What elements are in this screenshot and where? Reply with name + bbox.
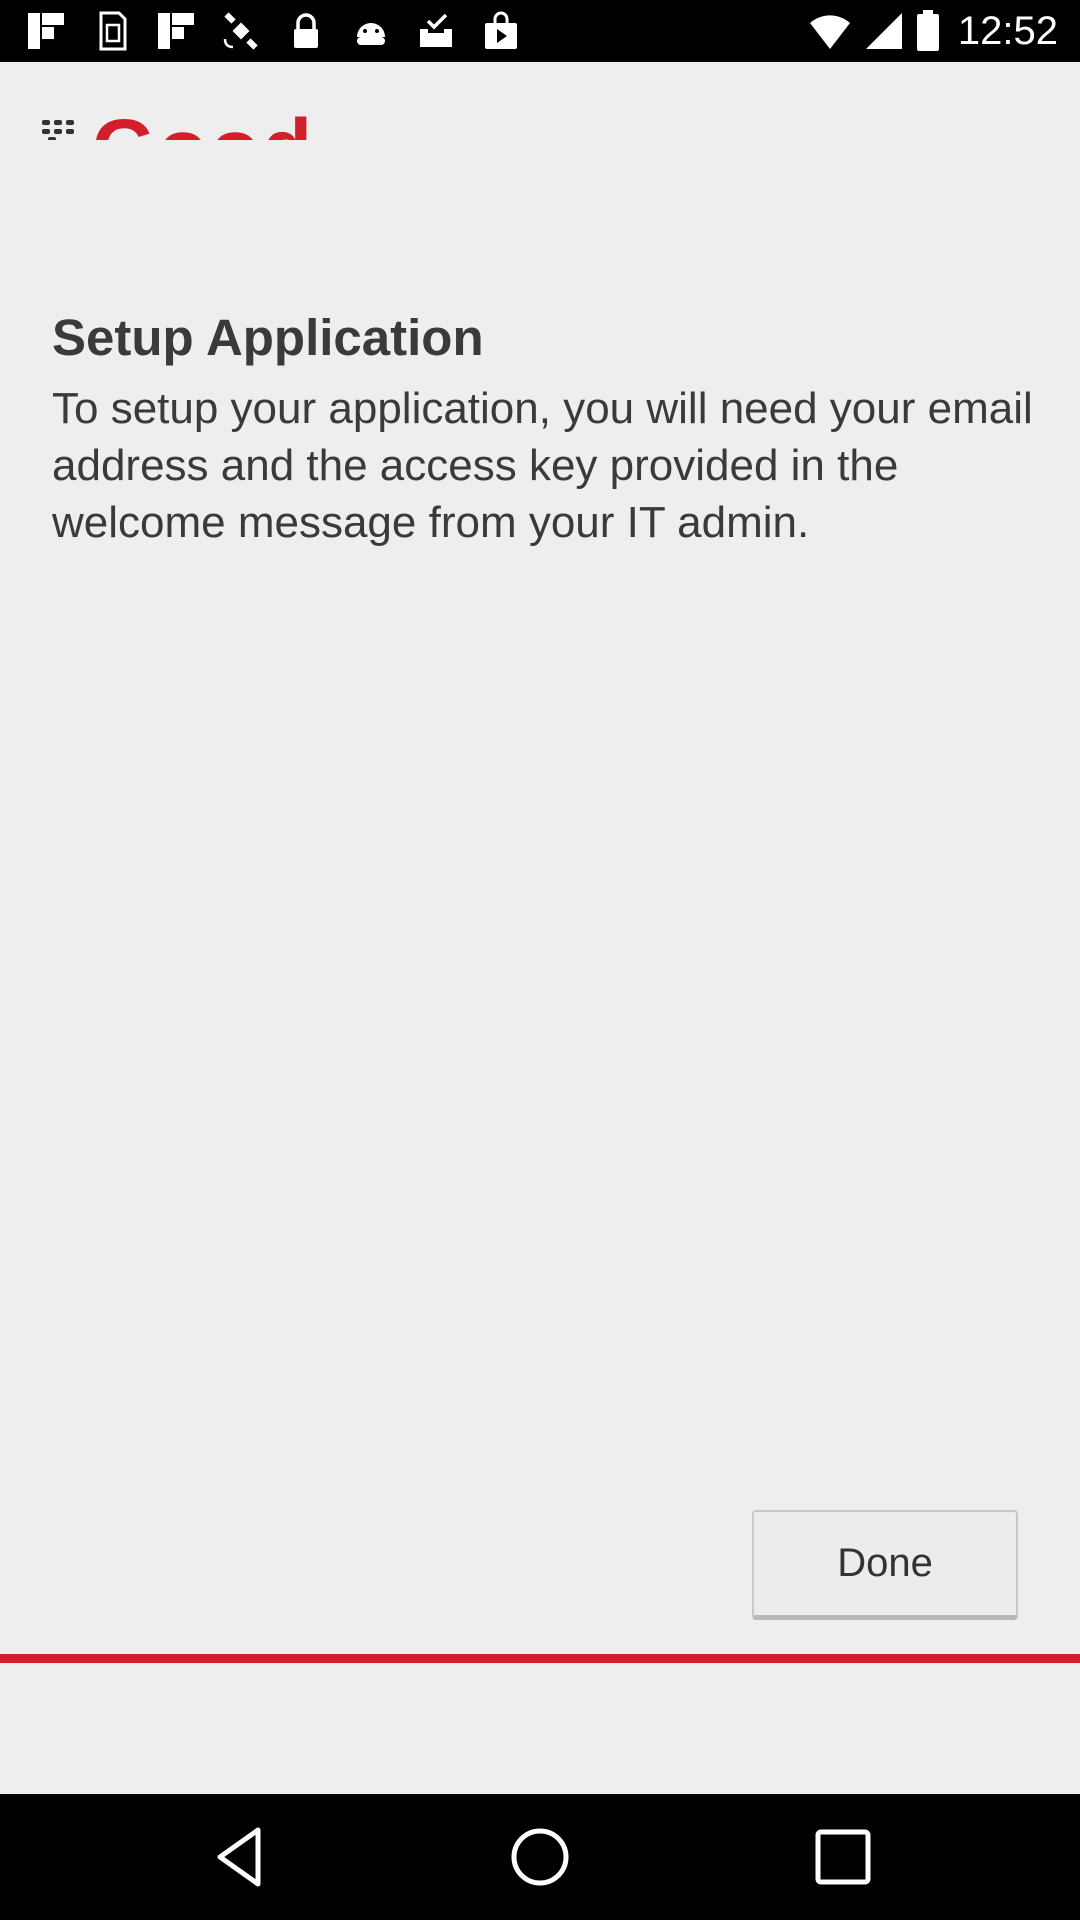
system-icons: 12:52 <box>808 0 1058 62</box>
blackberry-logo-icon <box>42 120 74 140</box>
wifi-icon <box>809 15 850 49</box>
brand-divider <box>0 1654 1080 1663</box>
back-icon[interactable] <box>206 1822 276 1892</box>
signal-icon <box>865 13 902 49</box>
status-bar: 12:52 <box>0 0 1080 62</box>
logo-text: Good <box>92 110 314 140</box>
brand-logo: Good <box>40 110 314 140</box>
status-time: 12:52 <box>957 8 1058 53</box>
setup-instructions: To setup your application, you will need… <box>52 384 1033 547</box>
download-done-icon <box>420 13 452 47</box>
flipboard-icon <box>158 13 194 49</box>
done-button[interactable]: Done <box>752 1510 1018 1620</box>
setup-screen: Good Setup Application To setup your app… <box>0 62 1080 1794</box>
android-icon <box>357 23 385 45</box>
lock-icon <box>294 13 318 48</box>
fake-gps-satellite-icon <box>223 12 258 50</box>
battery-icon <box>916 10 939 51</box>
shopping-bag-icon <box>485 11 517 49</box>
sim-card-icon <box>99 11 127 51</box>
home-icon[interactable] <box>505 1822 575 1892</box>
page-title: Setup Application <box>52 309 484 366</box>
recents-icon[interactable] <box>808 1822 878 1892</box>
flipboard-icon <box>28 13 64 49</box>
notification-icons <box>26 10 546 52</box>
navigation-bar <box>0 1794 1080 1920</box>
